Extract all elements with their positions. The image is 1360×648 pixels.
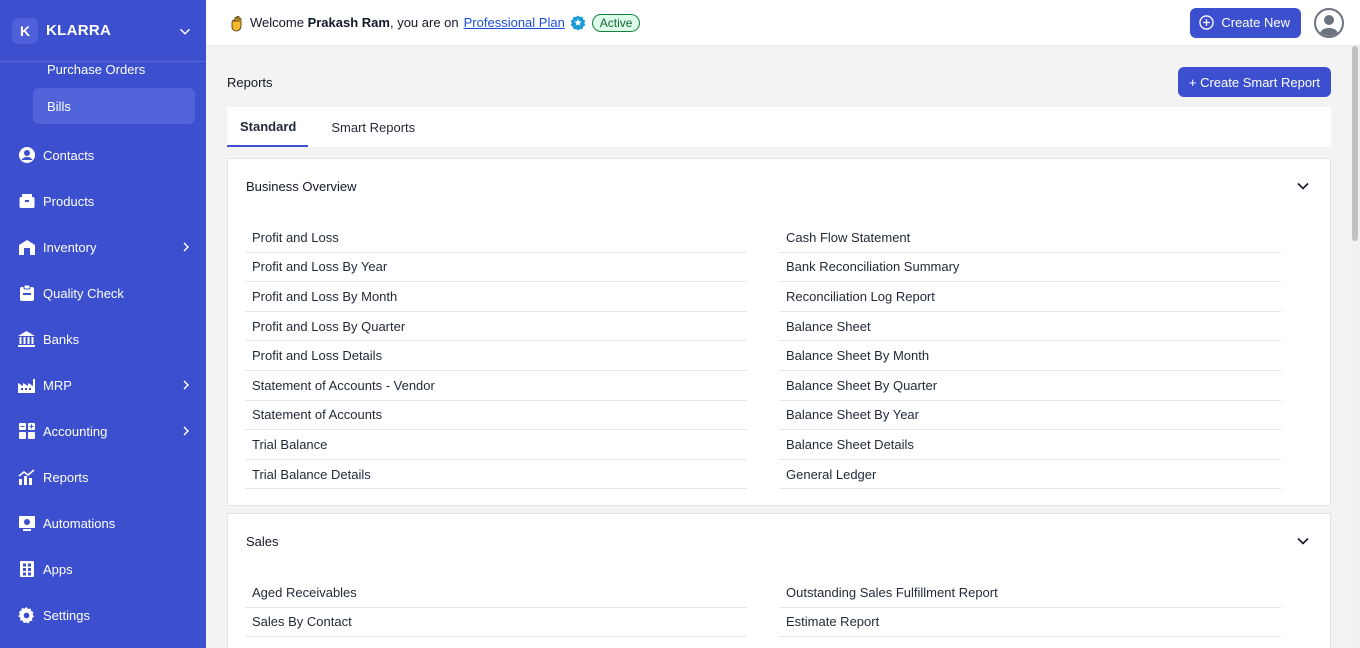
sidebar-item-label: Accounting — [43, 423, 108, 439]
report-link[interactable]: Bank Reconciliation Summary — [779, 253, 1281, 283]
report-link[interactable]: Trial Balance Details — [245, 460, 747, 490]
contacts-icon — [17, 146, 36, 165]
report-link[interactable]: Statement of Accounts - Vendor — [245, 371, 747, 401]
tab-smart-reports[interactable]: Smart Reports — [318, 107, 428, 147]
sidebar-item-inventory[interactable]: Inventory — [0, 224, 206, 270]
report-link[interactable]: Profit and Loss By Quarter — [245, 312, 747, 342]
section-business-overview: Business Overview Profit and Loss Profit… — [227, 158, 1331, 506]
sidebar-item-label: Quality Check — [43, 285, 124, 301]
report-link[interactable]: Profit and Loss Details — [245, 341, 747, 371]
sidebar-item-label: Products — [43, 193, 95, 209]
scrollbar-thumb[interactable] — [1352, 46, 1358, 241]
report-link[interactable]: Statement of Accounts — [245, 401, 747, 431]
chevron-down-icon — [1297, 182, 1309, 190]
plus-circle-icon — [1199, 15, 1215, 30]
user-name: Prakash Ram — [307, 15, 390, 30]
sidebar-item-contacts[interactable]: Contacts — [0, 132, 206, 178]
chevron-right-icon — [183, 380, 190, 390]
section-sales: Sales Aged Receivables Sales By Contact … — [227, 513, 1331, 648]
accounting-icon — [17, 422, 36, 441]
tab-standard[interactable]: Standard — [227, 107, 309, 147]
report-link[interactable]: Profit and Loss By Year — [245, 253, 747, 283]
report-link[interactable]: Estimate Report — [779, 608, 1281, 638]
report-link[interactable]: Cash Flow Statement — [779, 223, 1281, 253]
report-link[interactable]: Balance Sheet Details — [779, 430, 1281, 460]
plan-link[interactable]: Professional Plan — [464, 15, 565, 30]
star-badge-icon — [570, 15, 585, 30]
section-header[interactable]: Sales — [228, 514, 1330, 568]
report-link[interactable]: Balance Sheet — [779, 312, 1281, 342]
chevron-down-icon — [1297, 537, 1309, 545]
sidebar-item-accounting[interactable]: Accounting — [0, 408, 206, 454]
sidebar-item-label: Reports — [43, 469, 89, 485]
chevron-right-icon — [183, 426, 190, 436]
org-switcher[interactable]: K KLARRA — [0, 0, 206, 62]
section-title: Sales — [246, 533, 279, 549]
main-scrollbar[interactable] — [1350, 46, 1360, 648]
page-title: Reports — [227, 74, 273, 90]
top-bar: Welcome Prakash Ram, you are on Professi… — [206, 0, 1360, 46]
report-link[interactable]: Reconciliation Log Report — [779, 282, 1281, 312]
report-link[interactable]: Sales By Contact — [245, 608, 747, 638]
sidebar-item-reports[interactable]: Reports — [0, 454, 206, 500]
sidebar-item-quality-check[interactable]: Quality Check — [0, 270, 206, 316]
reports-icon — [17, 468, 36, 487]
sidebar-item-banks[interactable]: Banks — [0, 316, 206, 362]
sidebar-item-automations[interactable]: Automations — [0, 500, 206, 546]
section-title: Business Overview — [246, 178, 357, 194]
quality-check-icon — [17, 284, 36, 303]
report-link[interactable]: Trial Balance — [245, 430, 747, 460]
user-avatar-icon — [1319, 14, 1339, 36]
create-new-label: Create New — [1221, 15, 1290, 30]
inventory-icon — [17, 238, 36, 257]
banks-icon — [17, 330, 36, 349]
report-link[interactable]: Balance Sheet By Quarter — [779, 371, 1281, 401]
sidebar-item-label: Banks — [43, 331, 80, 347]
section-header[interactable]: Business Overview — [228, 159, 1330, 213]
sidebar-subitem-label: Purchase Orders — [47, 62, 146, 77]
org-name: KLARRA — [46, 22, 112, 39]
main-content: Reports + Create Smart Report Standard S… — [206, 47, 1350, 648]
org-badge: K — [12, 17, 38, 44]
sidebar-subitem-purchase-orders[interactable]: Purchase Orders — [33, 60, 195, 80]
report-link[interactable]: Balance Sheet By Month — [779, 341, 1281, 371]
report-link[interactable]: Profit and Loss By Month — [245, 282, 747, 312]
sidebar-item-settings[interactable]: Settings — [0, 592, 206, 638]
products-icon — [17, 192, 36, 211]
report-link[interactable]: Balance Sheet By Year — [779, 401, 1281, 431]
apps-icon — [17, 560, 36, 579]
sidebar-item-label: Inventory — [43, 239, 97, 255]
avatar[interactable] — [1314, 7, 1344, 38]
sidebar-item-label: Apps — [43, 561, 73, 577]
waving-hand-icon — [231, 15, 242, 31]
welcome-text: Welcome Prakash Ram, you are on — [250, 15, 459, 30]
create-new-button[interactable]: Create New — [1190, 7, 1301, 38]
sidebar-item-label: MRP — [43, 377, 72, 393]
sidebar-subitem-label: Bills — [47, 98, 71, 114]
create-smart-report-button[interactable]: + Create Smart Report — [1177, 67, 1331, 97]
report-link[interactable]: General Ledger — [779, 460, 1281, 490]
chevron-down-icon — [179, 28, 191, 35]
report-link[interactable]: Profit and Loss — [245, 223, 747, 253]
chevron-right-icon — [183, 242, 190, 252]
sidebar-subitem-bills[interactable]: Bills — [33, 88, 195, 124]
report-link[interactable]: Outstanding Sales Fulfillment Report — [779, 578, 1281, 608]
mrp-icon — [17, 376, 36, 395]
sidebar-item-products[interactable]: Products — [0, 178, 206, 224]
plan-status-badge: Active — [591, 13, 641, 32]
sidebar-item-mrp[interactable]: MRP — [0, 362, 206, 408]
report-link[interactable]: Aged Receivables — [245, 578, 747, 608]
sidebar-item-label: Settings — [43, 607, 90, 623]
report-tabs: Standard Smart Reports — [227, 107, 1331, 147]
sidebar-item-label: Automations — [43, 515, 116, 531]
settings-icon — [17, 606, 36, 625]
sidebar-item-label: Contacts — [43, 147, 95, 163]
sidebar-item-apps[interactable]: Apps — [0, 546, 206, 592]
sidebar: K KLARRA Purchase Orders Bills Contacts … — [0, 0, 206, 648]
automations-icon — [17, 514, 36, 533]
